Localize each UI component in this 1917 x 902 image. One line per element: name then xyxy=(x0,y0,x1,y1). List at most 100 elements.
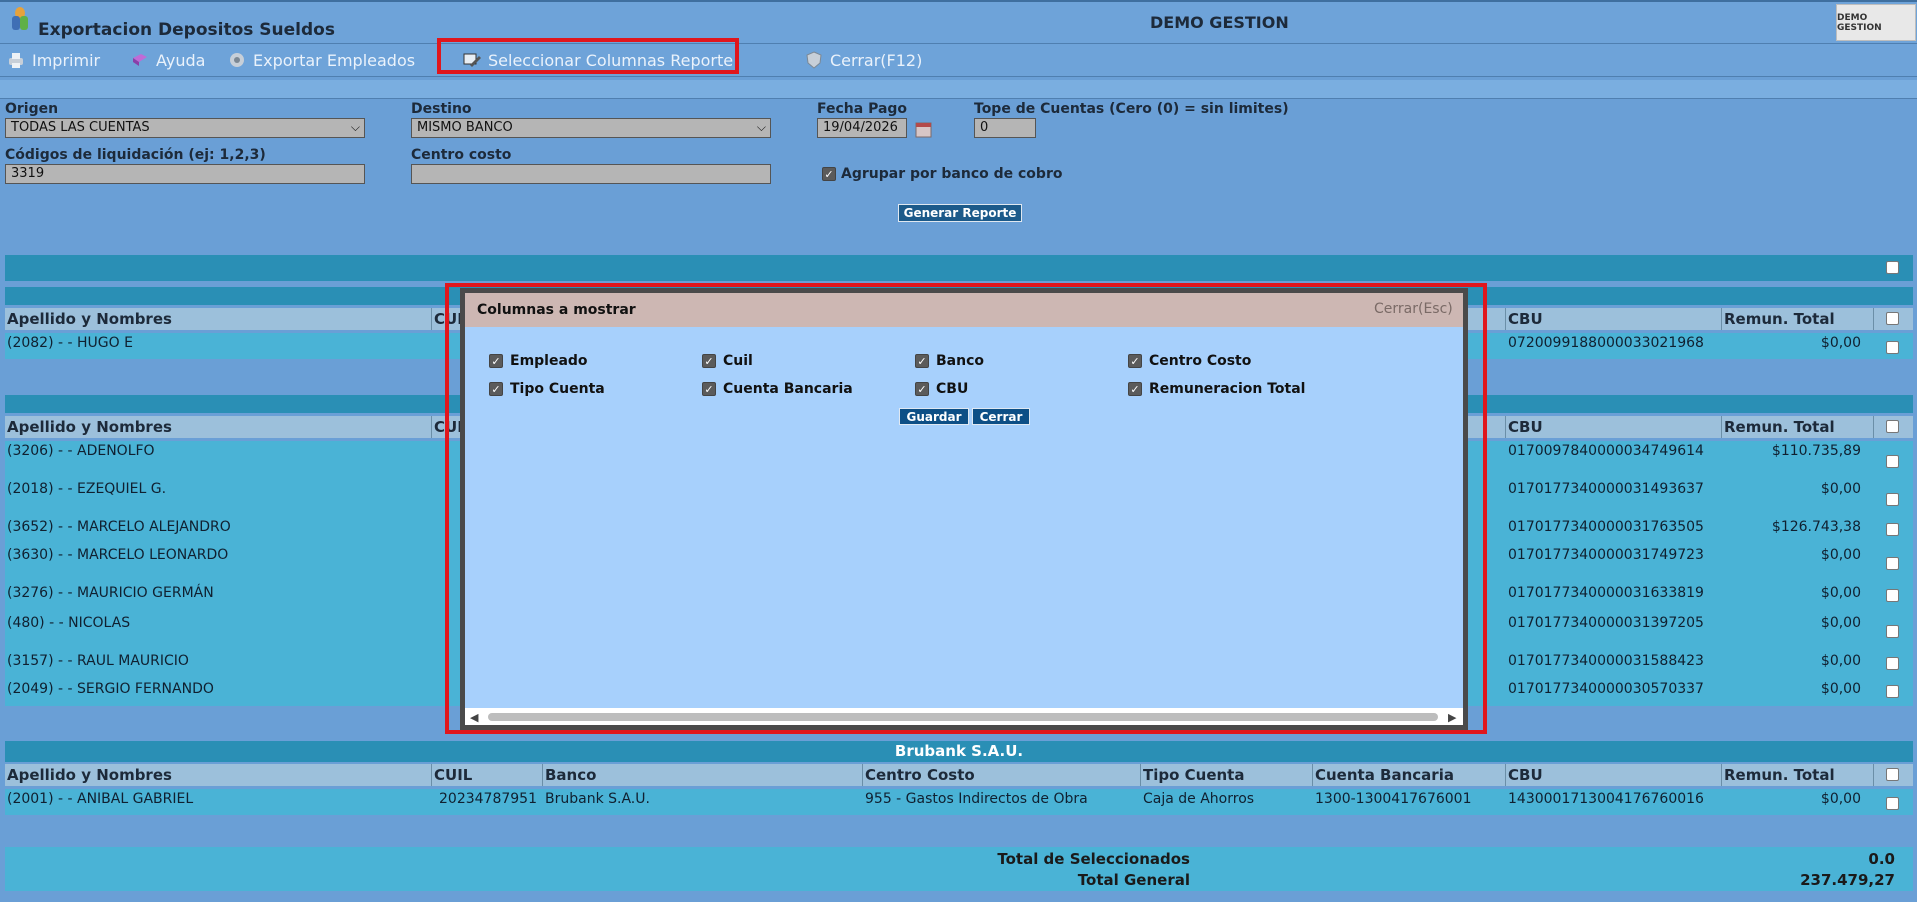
row-cbu: 0720099188000033021968 xyxy=(1508,335,1704,351)
help-label: Ayuda xyxy=(156,50,206,70)
row-remun: $126.743,38 xyxy=(1771,519,1861,535)
header-remun: Remun. Total xyxy=(1724,310,1835,328)
header-cbu: CBU xyxy=(1508,766,1543,784)
row-checkbox[interactable] xyxy=(1886,797,1899,810)
table-header: Apellido y Nombres CUIL Banco Centro Cos… xyxy=(5,764,1913,786)
total-general-value: 237.479,27 xyxy=(1800,871,1895,889)
row-checkbox[interactable] xyxy=(1886,523,1899,536)
row-cuenta: 1300-1300417676001 xyxy=(1315,791,1472,807)
header-remun: Remun. Total xyxy=(1724,766,1835,784)
origen-label: Origen xyxy=(5,101,59,117)
dialog-highlight xyxy=(445,283,1487,734)
row-remun: $0,00 xyxy=(1820,615,1861,631)
header-checkbox[interactable] xyxy=(1886,312,1899,325)
print-label: Imprimir xyxy=(32,50,101,70)
codigos-label: Códigos de liquidación (ej: 1,2,3) xyxy=(5,147,266,163)
row-remun: $0,00 xyxy=(1820,653,1861,669)
row-remun: $0,00 xyxy=(1820,585,1861,601)
header-checkbox[interactable] xyxy=(1886,768,1899,781)
close-button[interactable]: Cerrar(F12) xyxy=(804,50,922,70)
row-nombre: (480) - - NICOLAS xyxy=(7,615,131,631)
total-selected-value: 0.0 xyxy=(1868,850,1895,868)
help-book-icon xyxy=(130,50,150,70)
select-columns-highlight xyxy=(437,38,739,74)
header-nombre: Apellido y Nombres xyxy=(7,766,172,784)
row-remun: $0,00 xyxy=(1820,335,1861,351)
row-checkbox[interactable] xyxy=(1886,341,1899,354)
header-nombre: Apellido y Nombres xyxy=(7,310,172,328)
fecha-input[interactable]: 19/04/2026 xyxy=(817,118,907,138)
row-checkbox[interactable] xyxy=(1886,657,1899,670)
row-checkbox[interactable] xyxy=(1886,455,1899,468)
row-cbu: 0170177340000031588423 xyxy=(1508,653,1704,669)
row-checkbox[interactable] xyxy=(1886,685,1899,698)
export-employees-button[interactable]: Exportar Empleados xyxy=(227,50,415,70)
header-remun: Remun. Total xyxy=(1724,418,1835,436)
row-banco: Brubank S.A.U. xyxy=(545,791,650,807)
codigos-input[interactable]: 3319 xyxy=(5,164,365,184)
row-remun: $0,00 xyxy=(1820,481,1861,497)
tope-label: Tope de Cuentas (Cero (0) = sin limites) xyxy=(974,101,1289,117)
row-cbu: 1430001713004176760016 xyxy=(1508,791,1704,807)
tope-input[interactable]: 0 xyxy=(974,118,1036,138)
row-nombre: (3157) - - RAUL MAURICIO xyxy=(7,653,189,669)
total-selected-label: Total de Seleccionados xyxy=(997,850,1190,868)
row-checkbox[interactable] xyxy=(1886,493,1899,506)
header-centro: Centro Costo xyxy=(865,766,975,784)
export-label: Exportar Empleados xyxy=(253,50,416,70)
header-cbu: CBU xyxy=(1508,310,1543,328)
header-checkbox[interactable] xyxy=(1886,420,1899,433)
row-remun: $0,00 xyxy=(1820,681,1861,697)
select-all-checkbox[interactable] xyxy=(1886,261,1899,274)
row-checkbox[interactable] xyxy=(1886,589,1899,602)
row-nombre: (3276) - - MAURICIO GERMÁN xyxy=(7,585,214,601)
row-nombre: (2049) - - SERGIO FERNANDO xyxy=(7,681,214,697)
row-checkbox[interactable] xyxy=(1886,625,1899,638)
app-logo-icon xyxy=(8,4,32,32)
generate-report-button[interactable]: Generar Reporte xyxy=(898,204,1022,222)
header-cuenta: Cuenta Bancaria xyxy=(1315,766,1454,784)
calendar-icon[interactable] xyxy=(914,118,934,140)
header-cuil: CUIL xyxy=(434,766,473,784)
row-cbu: 0170177340000031397205 xyxy=(1508,615,1704,631)
row-cbu: 0170177340000031633819 xyxy=(1508,585,1704,601)
close-label: Cerrar(F12) xyxy=(830,50,923,70)
group-title-brubank: Brubank S.A.U. xyxy=(5,741,1913,762)
agrupar-label: Agrupar por banco de cobro xyxy=(841,166,1063,182)
company-badge[interactable]: DEMO GESTION xyxy=(1836,4,1916,41)
chevron-down-icon: ⌵ xyxy=(350,120,360,134)
toolbar-separator xyxy=(0,80,1917,99)
row-centro: 955 - Gastos Indirectos de Obra xyxy=(865,791,1088,807)
printer-icon xyxy=(6,50,26,70)
total-general-label: Total General xyxy=(1077,871,1190,889)
window-title: Exportacion Depositos Sueldos xyxy=(38,20,335,40)
group-bar xyxy=(5,255,1913,281)
shield-close-icon xyxy=(804,50,824,70)
row-nombre: (2082) - - HUGO E xyxy=(7,335,133,351)
row-remun: $110.735,89 xyxy=(1771,443,1861,459)
row-nombre: (3630) - - MARCELO LEONARDO xyxy=(7,547,229,563)
help-button[interactable]: Ayuda xyxy=(130,50,205,70)
row-cbu: 0170177340000031763505 xyxy=(1508,519,1704,535)
row-remun: $0,00 xyxy=(1820,547,1861,563)
agrupar-option[interactable]: ✓ Agrupar por banco de cobro xyxy=(822,166,1062,182)
row-remun: $0,00 xyxy=(1820,791,1861,807)
origen-select[interactable]: TODAS LAS CUENTAS ⌵ xyxy=(5,118,365,138)
row-nombre: (3652) - - MARCELO ALEJANDRO xyxy=(7,519,231,535)
row-nombre: (2001) - - ANIBAL GABRIEL xyxy=(7,791,194,807)
row-cbu: 0170177340000031493637 xyxy=(1508,481,1704,497)
header-cbu: CBU xyxy=(1508,418,1543,436)
export-gear-icon xyxy=(227,50,247,70)
fecha-label: Fecha Pago xyxy=(817,101,908,117)
header-nombre: Apellido y Nombres xyxy=(7,418,172,436)
row-cbu: 0170177340000030570337 xyxy=(1508,681,1704,697)
header-tipo: Tipo Cuenta xyxy=(1143,766,1245,784)
agrupar-checkbox[interactable]: ✓ xyxy=(822,167,836,181)
row-checkbox[interactable] xyxy=(1886,557,1899,570)
print-button[interactable]: Imprimir xyxy=(6,50,100,70)
table-row[interactable]: (2001) - - ANIBAL GABRIEL 20234787951 Br… xyxy=(5,789,1913,815)
row-tipo: Caja de Ahorros xyxy=(1143,791,1255,807)
centro-label: Centro costo xyxy=(411,147,512,163)
centro-input[interactable] xyxy=(411,164,771,184)
destino-select[interactable]: MISMO BANCO ⌵ xyxy=(411,118,771,138)
